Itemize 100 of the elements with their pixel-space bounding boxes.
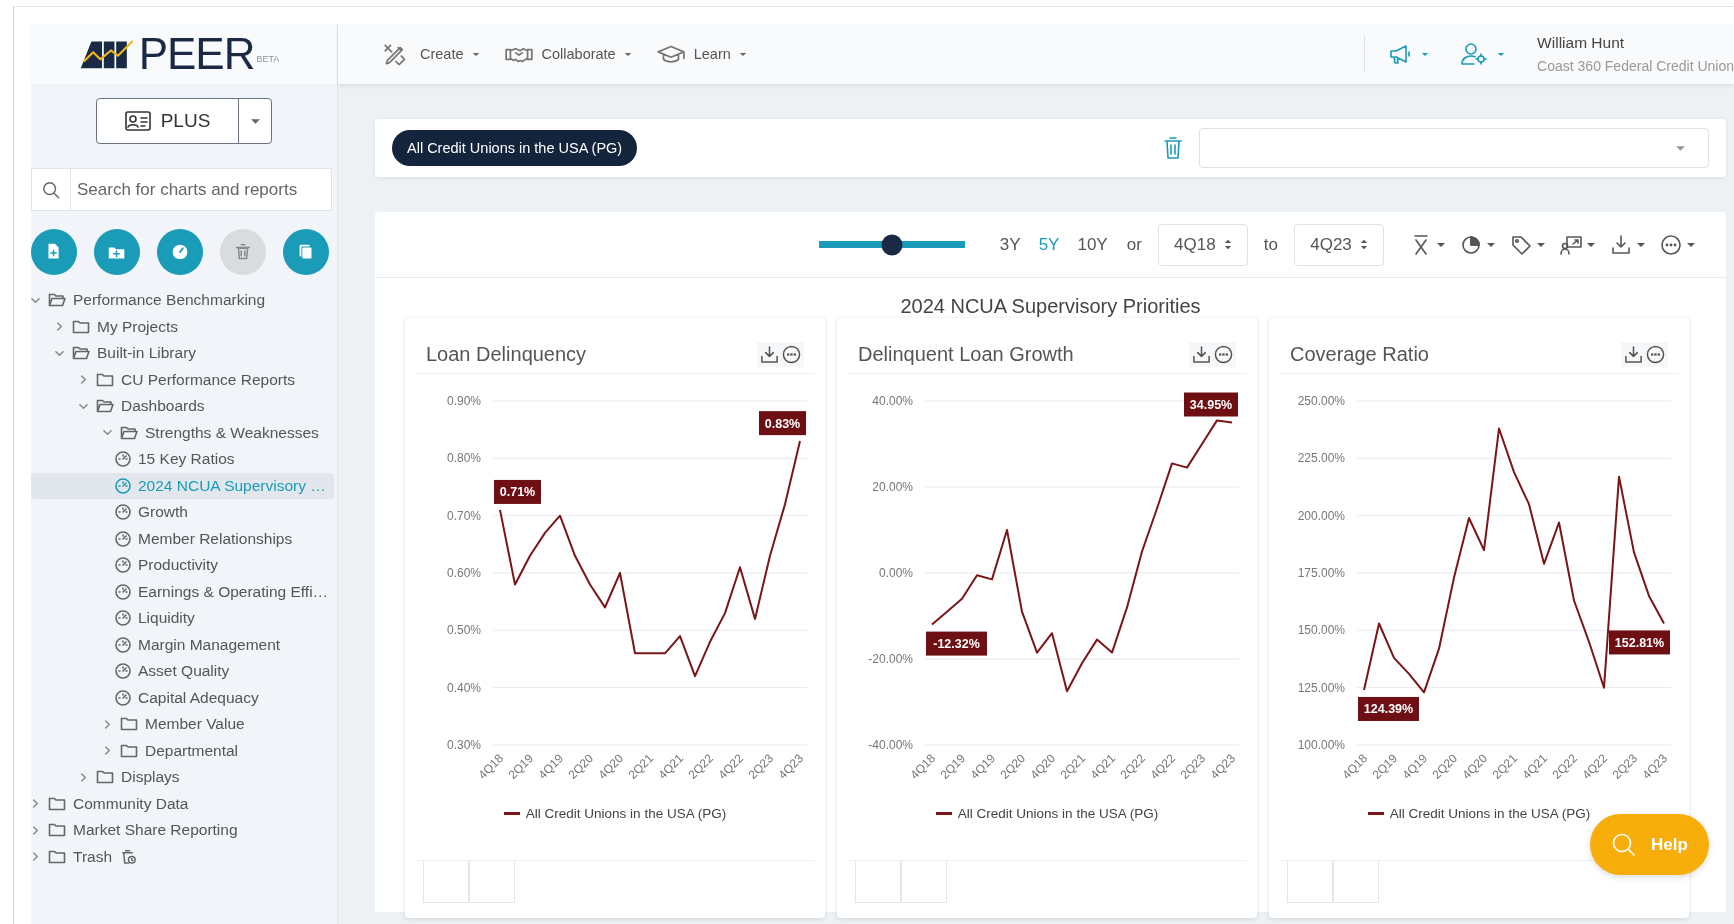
to-label: to	[1263, 234, 1278, 255]
caret-icon	[623, 51, 632, 57]
data-label: 0.83%	[759, 411, 806, 436]
legend-label: All Credit Unions in the USA (PG)	[957, 805, 1159, 821]
more-icon	[782, 345, 801, 364]
caret-icon	[249, 117, 261, 125]
caret-icon	[738, 51, 747, 57]
axis-tick-label: 0.30%	[446, 738, 481, 752]
tree-item[interactable]: Displays	[31, 764, 188, 791]
axis-tick-label: 0.60%	[446, 566, 481, 580]
caret-icon	[1497, 51, 1506, 57]
tree-item[interactable]: Earnings & Operating Effi…	[31, 578, 337, 605]
period-button[interactable]: 10Y	[1068, 234, 1117, 255]
tree-item[interactable]: Dashboards	[31, 393, 213, 420]
legend-swatch	[935, 811, 952, 815]
action-button[interactable]	[157, 229, 203, 275]
tree-item[interactable]: Built-in Library	[31, 340, 205, 367]
chart-title: Delinquent Loan Growth	[858, 343, 1074, 366]
more-button[interactable]	[1214, 345, 1233, 364]
gauge-icon	[115, 450, 131, 469]
caret-icon	[471, 51, 480, 57]
tree-item[interactable]: Departmental	[31, 737, 247, 764]
or-label: or	[1126, 234, 1142, 255]
tree-item[interactable]: CU Performance Reports	[31, 366, 303, 393]
gauge-icon	[115, 503, 131, 522]
tree-item[interactable]: Member Relationships	[31, 525, 301, 552]
caret-icon	[1421, 51, 1430, 57]
tree-item[interactable]: Member Value	[31, 711, 253, 738]
axis-tick-label: 0.00%	[878, 566, 913, 580]
annotation: 0.83%	[764, 416, 801, 431]
caret-icon	[1486, 241, 1496, 248]
tree-item[interactable]: Margin Management	[31, 631, 289, 658]
tree-item[interactable]: Liquidity	[31, 605, 203, 632]
tree-item[interactable]: My Projects	[31, 313, 186, 340]
action-button[interactable]	[31, 229, 77, 275]
period-button[interactable]: 3Y	[990, 234, 1030, 255]
data-label: 124.39%	[1358, 696, 1419, 721]
search-field[interactable]: Search for charts and reports	[31, 168, 332, 211]
up-down-icon	[1223, 239, 1232, 250]
chevron-down-icon	[55, 348, 64, 358]
toolbar-menu[interactable]	[1660, 233, 1696, 256]
axis-tick-label: -20.00%	[868, 652, 913, 666]
start-quarter-select[interactable]: 4Q18	[1157, 223, 1248, 266]
clear-button[interactable]	[1163, 136, 1183, 160]
more-icon	[1646, 345, 1665, 364]
annotation: 34.95%	[1189, 398, 1233, 412]
nav-menu[interactable]: Create	[382, 42, 480, 66]
tree-item[interactable]: Market Share Reporting	[31, 817, 246, 844]
gauge-icon	[115, 529, 131, 548]
tree-item[interactable]: 15 Key Ratios	[31, 446, 243, 473]
download-button[interactable]	[1624, 345, 1643, 364]
toolbar-menu[interactable]	[1460, 233, 1496, 256]
tree-item[interactable]: Trash	[31, 843, 146, 870]
download-button[interactable]	[760, 345, 779, 364]
action-button[interactable]	[283, 229, 329, 275]
end-quarter-select[interactable]: 4Q23	[1294, 223, 1384, 266]
user-name: William Hunt	[1537, 34, 1626, 52]
organization-name: Coast 360 Federal Credit Union	[1537, 58, 1734, 74]
tree-item[interactable]: Performance Benchmarking	[31, 287, 274, 314]
nav-menu[interactable]: Learn	[655, 42, 747, 66]
caret-icon	[1536, 241, 1546, 248]
nav-menu[interactable]: Collaborate	[503, 42, 632, 66]
toolbar-menu[interactable]	[1610, 233, 1646, 256]
download-icon	[760, 345, 779, 364]
announcements-button[interactable]	[1389, 43, 1430, 65]
more-button[interactable]	[1646, 345, 1665, 364]
slider-thumb[interactable]	[881, 234, 903, 255]
peer-group-chip[interactable]: All Credit Unions in the USA (PG)	[392, 130, 638, 166]
axis-tick-label: 250.00%	[1297, 394, 1345, 408]
axis-tick-label: 0.50%	[446, 623, 481, 638]
legend-swatch	[503, 811, 520, 815]
chart-title: Loan Delinquency	[426, 343, 587, 366]
tree-item[interactable]: Productivity	[31, 552, 227, 579]
chart-title: Coverage Ratio	[1290, 343, 1429, 366]
toolbar-menu[interactable]	[1560, 233, 1596, 256]
tree-item[interactable]: Asset Quality	[31, 658, 238, 685]
tree-item[interactable]: Capital Adequacy	[31, 684, 267, 711]
axis-tick-label: 150.00%	[1297, 623, 1345, 638]
chevron-right-icon	[103, 746, 112, 756]
download-button[interactable]	[1192, 345, 1211, 364]
annotation: 152.81%	[1614, 635, 1665, 650]
tree-item[interactable]: Community Data	[31, 790, 197, 817]
up-down-icon	[1359, 239, 1368, 250]
axis-tick-label: 225.00%	[1297, 451, 1345, 466]
gauge-icon	[115, 609, 131, 628]
gauge-icon	[115, 688, 131, 707]
toolbar-menu[interactable]	[1510, 233, 1546, 256]
tree-item[interactable]: Growth	[31, 499, 196, 526]
dashboard-title: 2024 NCUA Supervisory Priorities	[899, 294, 1202, 318]
data-label: 0.71%	[494, 479, 541, 504]
action-button[interactable]	[94, 229, 140, 275]
user-settings-button[interactable]	[1461, 42, 1506, 66]
presentation-icon	[1560, 233, 1582, 256]
more-button[interactable]	[782, 345, 801, 364]
axis-tick-label: 0.90%	[446, 394, 481, 408]
axis-tick-label: 20.00%	[872, 480, 913, 494]
tree-item[interactable]: Strengths & Weaknesses	[31, 419, 327, 446]
chevron-right-icon	[55, 322, 64, 332]
data-label: 152.81%	[1609, 630, 1670, 655]
legend-label: All Credit Unions in the USA (PG)	[525, 805, 727, 821]
